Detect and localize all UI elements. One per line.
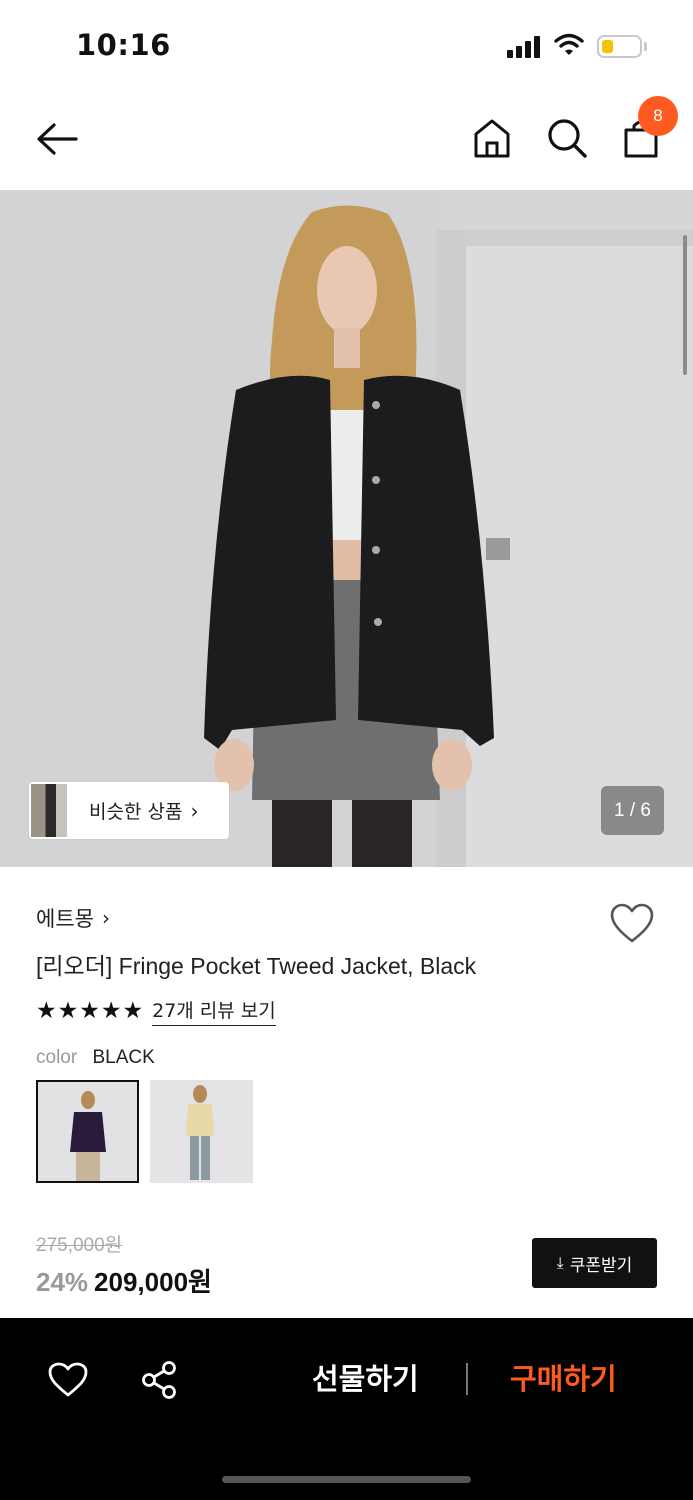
price-row: 24% 209,000원 [36,1262,212,1299]
similar-product-thumbnail [31,784,67,837]
status-bar: 10:16 [0,0,693,90]
original-price: 275,000원 [36,1235,123,1256]
chevron-right-icon: › [190,798,199,823]
rating-row: ★★★★★ 27개 리뷰 보기 [36,996,276,1026]
sale-price: 209,000원 [94,1267,212,1297]
status-time: 10:16 [76,28,171,62]
scroll-indicator [683,235,687,375]
home-icon[interactable] [471,116,513,160]
nav-bar [0,90,693,190]
color-swatch-black[interactable] [36,1080,139,1183]
color-row: color BLACK [36,1047,155,1069]
back-arrow-icon[interactable] [34,119,80,159]
image-counter: 1 / 6 [601,786,664,835]
heart-icon[interactable] [48,1362,88,1398]
battery-tip [644,42,647,51]
chevron-right-icon: › [101,906,110,930]
divider [466,1363,468,1395]
download-icon: ⤓ [556,1253,564,1272]
brand-name: 에트몽 [36,907,94,931]
search-icon[interactable] [545,116,589,160]
swatch-image [150,1080,253,1183]
brand-link[interactable]: 에트몽 › [36,903,110,933]
color-swatch-ivory[interactable] [150,1080,253,1183]
review-link[interactable]: 27개 리뷰 보기 [152,996,276,1026]
star-rating: ★★★★★ [36,998,145,1024]
battery-icon [597,35,642,58]
heart-icon[interactable] [609,903,655,945]
wifi-icon [554,33,584,55]
buy-button[interactable]: 구매하기 [510,1356,617,1398]
similar-products-button[interactable]: 비슷한 상품 › [29,782,229,839]
cart-count-badge: 8 [638,96,678,136]
color-value: BLACK [92,1047,155,1068]
coupon-button[interactable]: ⤓ 쿠폰받기 [532,1238,657,1288]
color-label: color [36,1047,78,1068]
share-icon[interactable] [140,1360,178,1400]
product-title: [리오더] Fringe Pocket Tweed Jacket, Black [36,953,477,979]
discount-rate: 24% [36,1267,89,1297]
gift-button[interactable]: 선물하기 [312,1356,419,1398]
cellular-signal-icon [507,36,543,58]
product-image-carousel[interactable] [0,190,693,867]
product-photo [0,190,693,867]
bottom-action-bar: 선물하기 구매하기 [0,1318,693,1500]
swatch-image [38,1082,137,1181]
coupon-label: 쿠폰받기 [569,1255,633,1276]
similar-products-label: 비슷한 상품 [89,801,183,823]
home-indicator [222,1476,471,1483]
